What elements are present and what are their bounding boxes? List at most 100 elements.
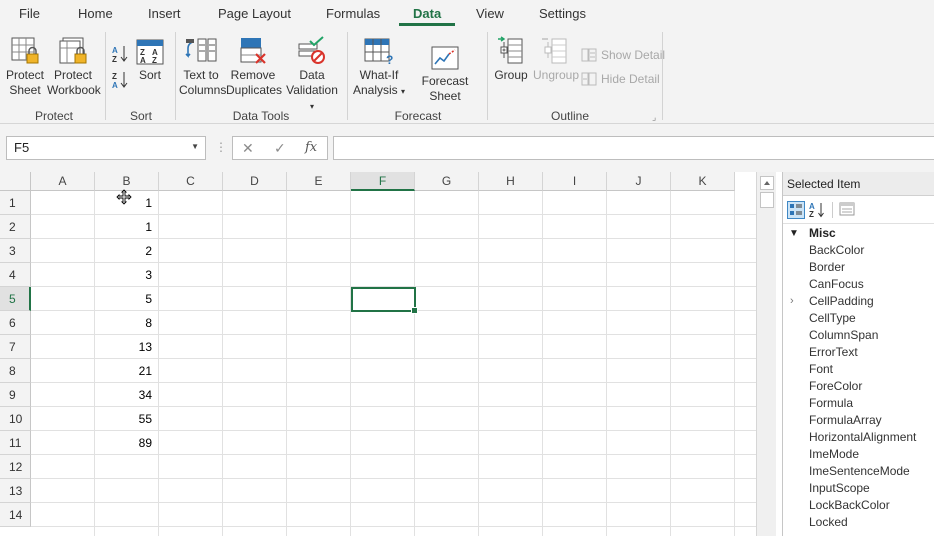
check-icon[interactable]: ✓ — [274, 140, 286, 157]
column-header-f[interactable]: F — [351, 172, 415, 191]
column-header-i[interactable]: I — [543, 172, 607, 191]
tab-file[interactable]: File — [19, 6, 40, 26]
tab-view[interactable]: View — [476, 6, 504, 26]
remove-duplicates-button[interactable]: Remove Duplicates — [226, 36, 282, 98]
ungroup-button[interactable]: Ungroup — [533, 36, 579, 83]
column-header-g[interactable]: G — [415, 172, 479, 191]
chevron-down-icon[interactable]: ▼ — [191, 142, 199, 151]
categorized-button[interactable] — [787, 201, 805, 219]
row-header-10[interactable]: 10 — [0, 407, 31, 431]
row-header-8[interactable]: 8 — [0, 359, 31, 383]
property-pages-icon — [839, 202, 855, 216]
row-header-11[interactable]: 11 — [0, 431, 31, 455]
property-cellpadding[interactable]: › CellPadding — [783, 293, 934, 310]
property-columnspan[interactable]: ColumnSpan — [783, 327, 934, 344]
property-formulaarray[interactable]: FormulaArray — [783, 412, 934, 429]
tab-page-layout[interactable]: Page Layout — [218, 6, 291, 26]
row-header-7[interactable]: 7 — [0, 335, 31, 359]
formula-input[interactable] — [333, 136, 934, 160]
select-all-corner[interactable] — [0, 172, 31, 191]
row-header-4[interactable]: 4 — [0, 263, 31, 287]
show-detail-button[interactable]: Show Detail — [581, 48, 665, 62]
column-header-a[interactable]: A — [31, 172, 95, 191]
sort-button[interactable]: Z A A Z Sort — [134, 38, 166, 83]
property-label: InputScope — [809, 481, 870, 495]
property-canfocus[interactable]: CanFocus — [783, 276, 934, 293]
property-horizontalalignment[interactable]: HorizontalAlignment — [783, 429, 934, 446]
tab-formulas[interactable]: Formulas — [326, 6, 380, 26]
vertical-scrollbar[interactable] — [756, 172, 776, 536]
category-misc[interactable]: ▼ Misc — [783, 225, 934, 242]
group-button[interactable]: Group — [493, 36, 529, 83]
property-forecolor[interactable]: ForeColor — [783, 378, 934, 395]
row-header-9[interactable]: 9 — [0, 383, 31, 407]
cell-b5[interactable]: 5 — [96, 287, 156, 311]
cell-b8[interactable]: 21 — [96, 359, 156, 383]
tab-insert[interactable]: Insert — [148, 6, 181, 26]
property-celltype[interactable]: CellType — [783, 310, 934, 327]
what-if-analysis-button[interactable]: ? What-If Analysis ▾ — [352, 36, 406, 99]
column-header-c[interactable]: C — [159, 172, 223, 191]
column-header-d[interactable]: D — [223, 172, 287, 191]
column-header-e[interactable]: E — [287, 172, 351, 191]
property-pages-button[interactable] — [839, 201, 857, 219]
group-label-sort: Sort — [129, 109, 152, 123]
expand-icon[interactable]: › — [790, 293, 794, 310]
cell-b6[interactable]: 8 — [96, 311, 156, 335]
data-validation-button[interactable]: Data Validation ▾ — [283, 36, 341, 114]
protect-workbook-button[interactable]: Protect Workbook — [47, 36, 101, 98]
hide-detail-button[interactable]: Hide Detail — [581, 72, 660, 86]
row-header-12[interactable]: 12 — [0, 455, 31, 479]
column-header-h[interactable]: H — [479, 172, 543, 191]
property-inputscope[interactable]: InputScope — [783, 480, 934, 497]
text-to-columns-button[interactable]: Text to Columns — [179, 36, 226, 98]
property-locked[interactable]: Locked — [783, 514, 934, 531]
forecast-sheet-button[interactable]: Forecast Sheet — [407, 44, 483, 104]
tab-settings[interactable]: Settings — [539, 6, 586, 26]
scroll-up-button[interactable] — [760, 176, 774, 190]
cell-b10[interactable]: 55 — [96, 407, 156, 431]
property-border[interactable]: Border — [783, 259, 934, 276]
cell-b11[interactable]: 89 — [96, 431, 156, 455]
fx-icon[interactable]: fx — [305, 140, 317, 155]
drag-handle-icon[interactable]: ⋮ — [215, 140, 227, 154]
cell-b3[interactable]: 2 — [96, 239, 156, 263]
show-detail-label: Show Detail — [601, 48, 666, 62]
row-header-2[interactable]: 2 — [0, 215, 31, 239]
row-header-14[interactable]: 14 — [0, 503, 31, 527]
row-header-5[interactable]: 5 — [0, 287, 31, 311]
property-errortext[interactable]: ErrorText — [783, 344, 934, 361]
spreadsheet-grid[interactable]: ABCDEFGHIJK 1 2 3 4 5 6 7 8 9 10 11 12 13 14 1 1 2 3 5 8 13… — [0, 172, 756, 536]
cell-b7[interactable]: 13 — [96, 335, 156, 359]
name-box[interactable]: F5 ▼ — [6, 136, 206, 160]
property-imemode[interactable]: ImeMode — [783, 446, 934, 463]
row-header-6[interactable]: 6 — [0, 311, 31, 335]
ribbon: Protect Sheet Protect Workbook Protect A… — [0, 28, 934, 124]
column-header-k[interactable]: K — [671, 172, 735, 191]
selected-cell[interactable] — [351, 287, 418, 314]
row-header-1[interactable]: 1 — [0, 191, 31, 215]
row-header-3[interactable]: 3 — [0, 239, 31, 263]
cell-b9[interactable]: 34 — [96, 383, 156, 407]
cell-b4[interactable]: 3 — [96, 263, 156, 287]
collapse-icon[interactable]: ▼ — [789, 225, 799, 242]
property-lockbackcolor[interactable]: LockBackColor — [783, 497, 934, 514]
alphabetical-button[interactable]: A Z — [809, 201, 827, 219]
sort-descending-button[interactable]: Z A — [110, 70, 130, 92]
row-header-13[interactable]: 13 — [0, 479, 31, 503]
cell-b2[interactable]: 1 — [96, 215, 156, 239]
tab-home[interactable]: Home — [78, 6, 113, 26]
protect-sheet-button[interactable]: Protect Sheet — [4, 36, 46, 98]
property-formula[interactable]: Formula — [783, 395, 934, 412]
dialog-launcher-icon[interactable]: ⌟ — [652, 112, 656, 123]
column-header-j[interactable]: J — [607, 172, 671, 191]
cancel-icon[interactable]: ✕ — [242, 140, 254, 157]
property-imesentencemode[interactable]: ImeSentenceMode — [783, 463, 934, 480]
property-label: ImeSentenceMode — [809, 464, 910, 478]
sort-ascending-button[interactable]: A Z — [110, 44, 130, 66]
property-font[interactable]: Font — [783, 361, 934, 378]
tab-data[interactable]: Data — [398, 6, 456, 26]
scroll-thumb[interactable] — [760, 192, 774, 208]
property-list: ▼ Misc BackColor Border CanFocus › CellPaddi… — [783, 225, 934, 531]
property-backcolor[interactable]: BackColor — [783, 242, 934, 259]
